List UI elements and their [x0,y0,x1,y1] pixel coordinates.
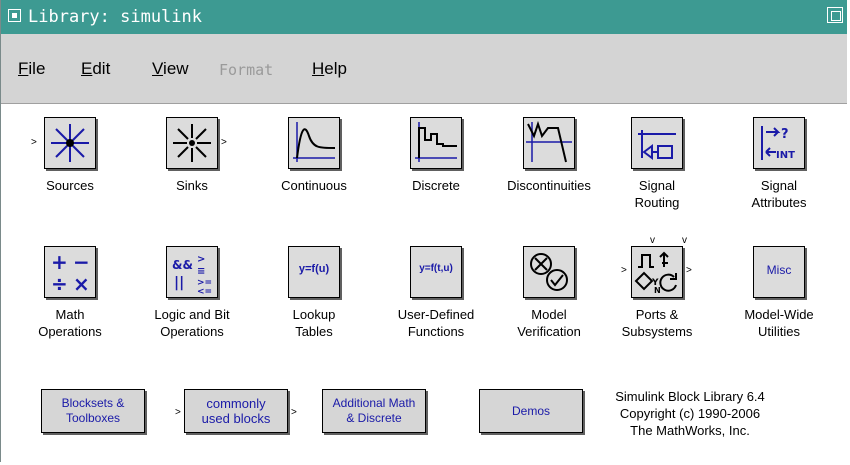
svg-text:+: + [51,250,68,274]
svg-text:≡: ≡ [197,266,205,277]
icon-text: y=f(t,u) [419,263,453,274]
block-signal-attributes[interactable]: ? INT Signal Attributes [728,117,830,227]
svg-text:INT: INT [776,150,795,161]
block-label: Continuous [281,178,347,193]
user-defined-icon: y=f(t,u) [410,246,462,298]
commonly-used-blocks-button[interactable]: commonly used blocks [184,389,288,433]
block-continuous[interactable]: Continuous [263,117,365,212]
svg-text:N: N [654,286,661,295]
block-math-operations[interactable]: + − ÷ × Math Operations [19,246,121,356]
window-title: Library: simulink [28,7,202,27]
block-label: Logic and Bit Operations [154,307,230,339]
signal-attributes-icon: ? INT [753,117,805,169]
block-label: Sinks [176,178,208,193]
block-label: User-Defined Functions [397,307,475,339]
svg-text:÷: ÷ [51,272,68,296]
menu-help[interactable]: Help [312,59,347,79]
menu-bar: File Edit View Format Help [1,34,847,104]
block-label: Signal Attributes [751,178,807,210]
blocksets-toolboxes-button[interactable]: Blocksets & Toolboxes [41,389,145,433]
trigger-port-icon: v [650,235,655,246]
block-label: Discontinuities [507,178,591,193]
block-label: Math Operations [38,307,102,339]
library-content: > Sources > Sinks Continuous Discrete Di… [1,104,847,462]
menu-edit[interactable]: Edit [81,59,110,79]
block-label: Model Verification [517,307,581,339]
model-verification-icon [523,246,575,298]
svg-text:&&: && [172,258,193,272]
block-label: Sources [46,178,94,193]
block-signal-routing[interactable]: Signal Routing [606,117,708,227]
demos-button[interactable]: Demos [479,389,583,433]
block-model-wide[interactable]: Misc Model-Wide Utilities [728,246,830,356]
block-label: Model-Wide Utilities [744,307,814,339]
block-logic-bit[interactable]: && || > ≡ >= <= Logic and Bit Operations [141,246,243,356]
svg-text:−: − [73,250,90,274]
port-arrow-icon: > [291,407,297,418]
discrete-icon [410,117,462,169]
block-lookup-tables[interactable]: y=f(u) Lookup Tables [263,246,365,356]
menu-view[interactable]: View [152,59,189,79]
block-user-defined[interactable]: y=f(t,u) User-Defined Functions [385,246,487,356]
block-sinks[interactable]: > Sinks [141,117,243,212]
block-discontinuities[interactable]: Discontinuities [489,117,609,212]
maximize-icon[interactable] [827,7,843,23]
port-arrow-icon: > [175,407,181,418]
svg-text:<=: <= [197,287,212,297]
block-discrete[interactable]: Discrete [385,117,487,212]
ports-subsystems-icon: YN [631,246,683,298]
svg-text:×: × [73,272,90,296]
signal-routing-icon [631,117,683,169]
block-model-verification[interactable]: Model Verification [498,246,600,356]
block-label: Discrete [412,178,460,193]
discontinuities-icon [523,117,575,169]
window-menu-icon[interactable] [8,9,21,22]
svg-text:?: ? [781,127,789,142]
title-bar[interactable]: Library: simulink [1,0,847,34]
svg-text:||: || [174,275,184,291]
library-window: Library: simulink File Edit View Format … [0,0,847,462]
enable-port-icon: v [682,235,687,246]
port-arrow-icon: > [686,265,692,276]
icon-text: Misc [766,263,792,277]
block-label: Signal Routing [634,178,680,210]
sinks-icon [166,117,218,169]
block-label: Lookup Tables [292,307,336,339]
copyright-text: Simulink Block Library 6.4 Copyright (c)… [615,389,765,438]
math-operations-icon: + − ÷ × [44,246,96,298]
block-sources[interactable]: > Sources [19,117,121,212]
port-arrow-icon: > [31,137,37,148]
svg-text:>: > [197,254,205,265]
block-ports-subsystems[interactable]: v v > YN > Ports & Subsystems [606,236,708,356]
menu-format: Format [219,61,274,79]
additional-math-discrete-button[interactable]: Additional Math & Discrete [322,389,426,433]
block-label: Ports & Subsystems [621,307,693,339]
sources-icon [44,117,96,169]
menu-file[interactable]: File [18,59,45,79]
port-arrow-icon: > [221,137,227,148]
lookup-tables-icon: y=f(u) [288,246,340,298]
continuous-icon [288,117,340,169]
port-arrow-icon: > [621,265,627,276]
icon-text: y=f(u) [298,263,330,275]
logic-bit-icon: && || > ≡ >= <= [166,246,218,298]
model-wide-icon: Misc [753,246,805,298]
